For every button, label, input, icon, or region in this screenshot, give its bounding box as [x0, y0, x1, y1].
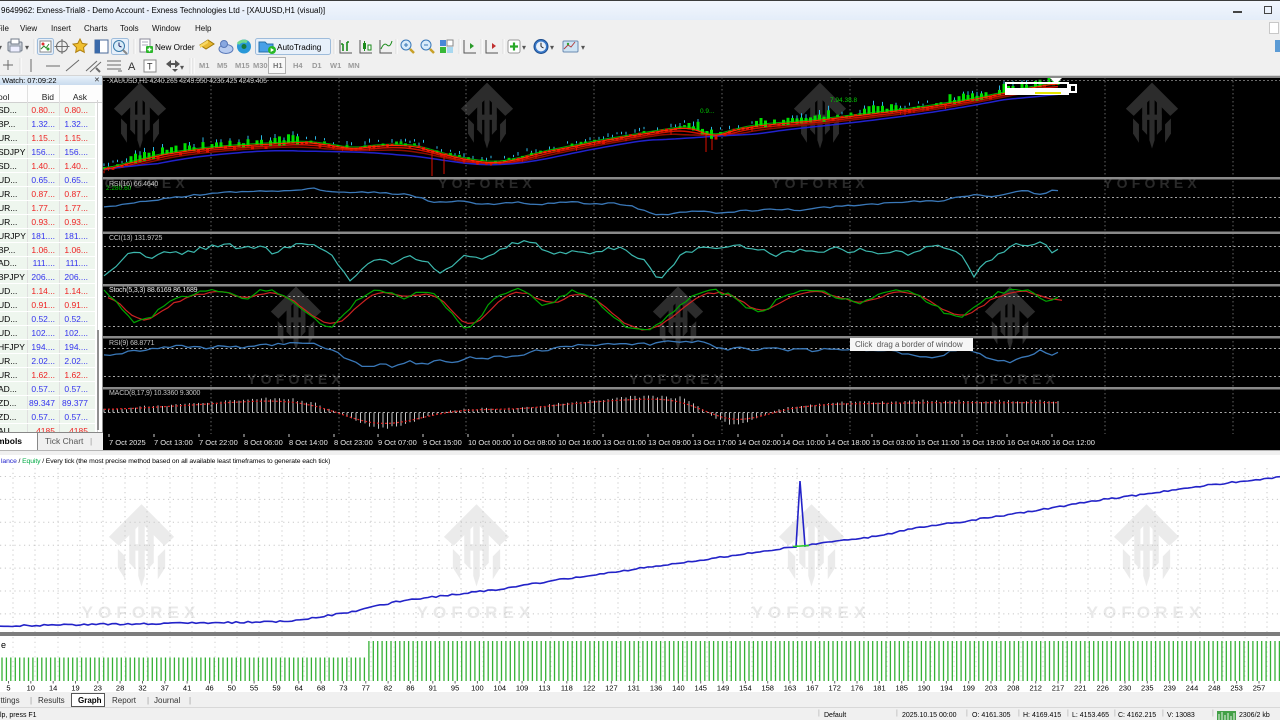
svg-text:▾: ▾ [25, 43, 29, 52]
svg-text:0.9...: 0.9... [700, 108, 715, 115]
svg-text:T: T [147, 62, 153, 72]
svg-text:YOFOREX: YOFOREX [417, 603, 536, 622]
svg-text:7.94.38.8: 7.94.38.8 [830, 97, 857, 104]
svg-text:▾: ▾ [581, 43, 585, 52]
svg-text:▾: ▾ [522, 43, 526, 52]
svg-text:YOFOREX: YOFOREX [1087, 603, 1206, 622]
svg-text:▾: ▾ [180, 63, 184, 72]
svg-text:YOFOREX: YOFOREX [752, 603, 871, 622]
svg-text:New Order: New Order [155, 43, 195, 52]
svg-text:▾: ▾ [0, 43, 2, 52]
svg-text:YOFOREX: YOFOREX [82, 603, 201, 622]
svg-text:A: A [128, 61, 136, 73]
svg-text:AutoTrading: AutoTrading [277, 43, 322, 52]
svg-text:▾: ▾ [550, 43, 554, 52]
